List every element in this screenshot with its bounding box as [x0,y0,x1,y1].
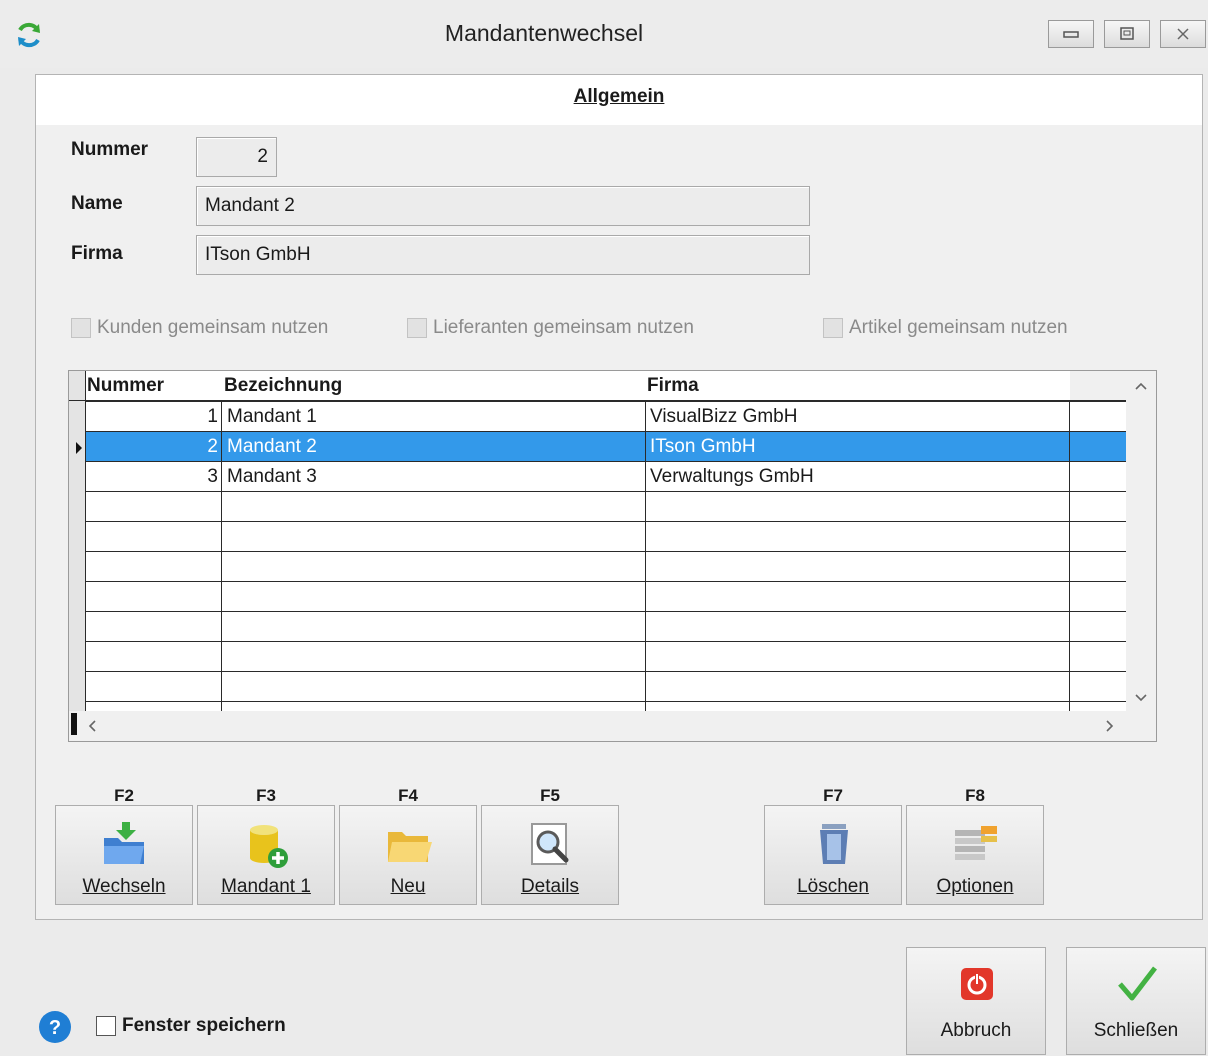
fkey-f2: F2 [114,786,134,805]
kunden-checkbox-label: Kunden gemeinsam nutzen [97,317,329,338]
cell-nummer: 2 [207,435,218,457]
row-marker [71,713,77,735]
tab-label: Allgemein [573,86,665,107]
artikel-checkbox-group[interactable]: Artikel gemeinsam nutzen [823,317,1068,339]
lieferanten-checkbox[interactable] [407,318,427,338]
grid-header-corner [69,371,86,401]
close-icon [1177,28,1189,40]
minimize-icon [1063,31,1079,38]
name-field[interactable]: Mandant 2 [196,186,810,226]
cell-firma: Verwaltungs GmbH [650,465,814,487]
neu-button[interactable]: Neu [339,805,477,905]
empty-row[interactable] [69,642,1127,672]
scroll-right-icon[interactable] [1105,720,1115,732]
cell-nummer: 3 [207,465,218,487]
cell-bezeichnung: Mandant 3 [227,465,317,487]
schliessen-label: Schließen [1093,1020,1179,1041]
column-divider [645,401,646,713]
scroll-down-icon[interactable] [1135,693,1147,703]
options-list-icon [955,826,997,860]
folder-open-icon [388,832,432,862]
fkey-f8: F8 [965,786,985,805]
cell-nummer: 1 [207,405,218,427]
empty-row[interactable] [69,492,1127,522]
empty-row[interactable] [69,612,1127,642]
table-row-selected[interactable]: 2 Mandant 2 ITson GmbH [69,432,1127,462]
optionen-label: Optionen [936,876,1014,897]
column-divider [221,401,222,713]
cell-bezeichnung: Mandant 2 [227,435,317,457]
optionen-button[interactable]: Optionen [906,805,1044,905]
artikel-checkbox-label: Artikel gemeinsam nutzen [849,317,1068,338]
empty-row[interactable] [69,582,1127,612]
schliessen-button[interactable]: Schließen [1066,947,1206,1055]
loeschen-label: Löschen [797,876,869,897]
database-add-icon [250,825,288,868]
folder-switch-icon [104,822,144,864]
firma-field[interactable]: ITson GmbH [196,235,810,275]
grid-body: Nummer Bezeichnung Firma 1 Mandant 1 Vis… [69,371,1127,713]
cell-firma: VisualBizz GmbH [650,405,798,427]
kunden-checkbox-group[interactable]: Kunden gemeinsam nutzen [71,317,328,339]
mandanten-grid[interactable]: Nummer Bezeichnung Firma 1 Mandant 1 Vis… [68,370,1157,742]
minimize-button[interactable] [1048,20,1094,48]
abbruch-label: Abbruch [940,1020,1012,1041]
column-header-bezeichnung[interactable]: Bezeichnung [224,371,644,401]
column-header-filler [1070,371,1127,401]
lieferanten-checkbox-group[interactable]: Lieferanten gemeinsam nutzen [407,317,694,339]
trash-delete-icon [820,824,848,864]
magnifier-details-icon [531,823,569,865]
firma-label: Firma [71,243,123,264]
table-row[interactable]: 3 Mandant 3 Verwaltungs GmbH [69,462,1127,492]
current-row-arrow-icon [76,442,82,454]
fkey-f4: F4 [398,786,418,805]
nummer-field[interactable]: 2 [196,137,277,177]
mandant-button[interactable]: Mandant 1 [197,805,335,905]
mandant-label: Mandant 1 [221,876,311,897]
nummer-label: Nummer [71,139,149,160]
svg-text:?: ? [49,1017,61,1039]
cell-bezeichnung: Mandant 1 [227,405,317,427]
details-label: Details [520,876,580,897]
scroll-left-icon[interactable] [87,720,97,732]
fkey-f7: F7 [823,786,843,805]
artikel-checkbox[interactable] [823,318,843,338]
lieferanten-checkbox-label: Lieferanten gemeinsam nutzen [433,317,694,338]
maximize-button[interactable] [1104,20,1150,48]
fenster-speichern-label: Fenster speichern [122,1015,286,1036]
kunden-checkbox[interactable] [71,318,91,338]
cell-firma: ITson GmbH [650,435,756,457]
tab-allgemein[interactable]: Allgemein [36,86,1202,108]
power-cancel-icon [961,968,993,1000]
column-header-firma[interactable]: Firma [647,371,1067,401]
fenster-speichern-checkbox[interactable] [96,1016,116,1036]
wechseln-button[interactable]: Wechseln [55,805,193,905]
table-row[interactable]: 1 Mandant 1 VisualBizz GmbH [69,402,1127,432]
vertical-scrollbar[interactable] [1126,371,1156,711]
neu-label: Neu [390,876,426,897]
column-header-nummer[interactable]: Nummer [87,371,221,401]
details-button[interactable]: Details [481,805,619,905]
scroll-up-icon[interactable] [1135,381,1147,391]
help-icon[interactable]: ? [38,1010,72,1044]
column-divider [1069,401,1070,713]
abbruch-button[interactable]: Abbruch [906,947,1046,1055]
empty-row[interactable] [69,672,1127,702]
fkey-f5: F5 [540,786,560,805]
fkey-f3: F3 [256,786,276,805]
loeschen-button[interactable]: Löschen [764,805,902,905]
close-button[interactable] [1160,20,1206,48]
horizontal-scrollbar[interactable] [69,711,1156,741]
checkmark-icon [1118,966,1157,1001]
maximize-icon [1120,27,1134,40]
window-title: Mandantenwechsel [444,20,644,46]
wechseln-label: Wechseln [82,876,166,897]
name-label: Name [71,193,123,214]
empty-row[interactable] [69,552,1127,582]
empty-row[interactable] [69,522,1127,552]
